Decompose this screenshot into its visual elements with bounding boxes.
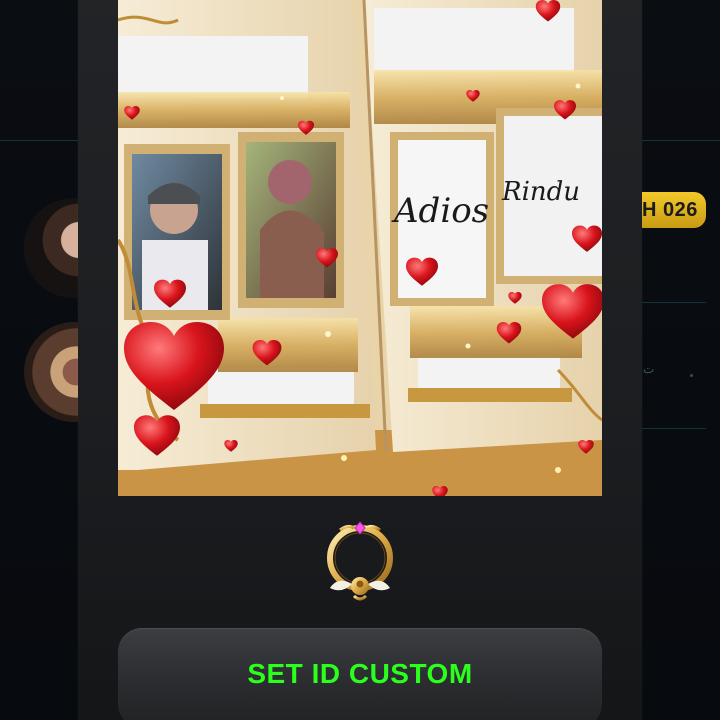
caption-left: Adios (391, 191, 489, 231)
background-dot (690, 374, 693, 377)
set-id-custom-label: SET ID CUSTOM (247, 658, 473, 689)
background-id-badge-text: H 026 (642, 199, 698, 221)
caption-right: Rindu (501, 177, 580, 207)
frame-preview-illustration: Adios Rindu (118, 0, 602, 496)
set-id-custom-button[interactable]: SET ID CUSTOM (118, 628, 602, 720)
frame-preview-image: Adios Rindu (118, 0, 602, 496)
screen: H 026 ت Adios Rindu SET ID CUSTOM (0, 0, 720, 720)
winged-ring-icon (318, 518, 402, 604)
background-glyph: ت (643, 362, 655, 376)
